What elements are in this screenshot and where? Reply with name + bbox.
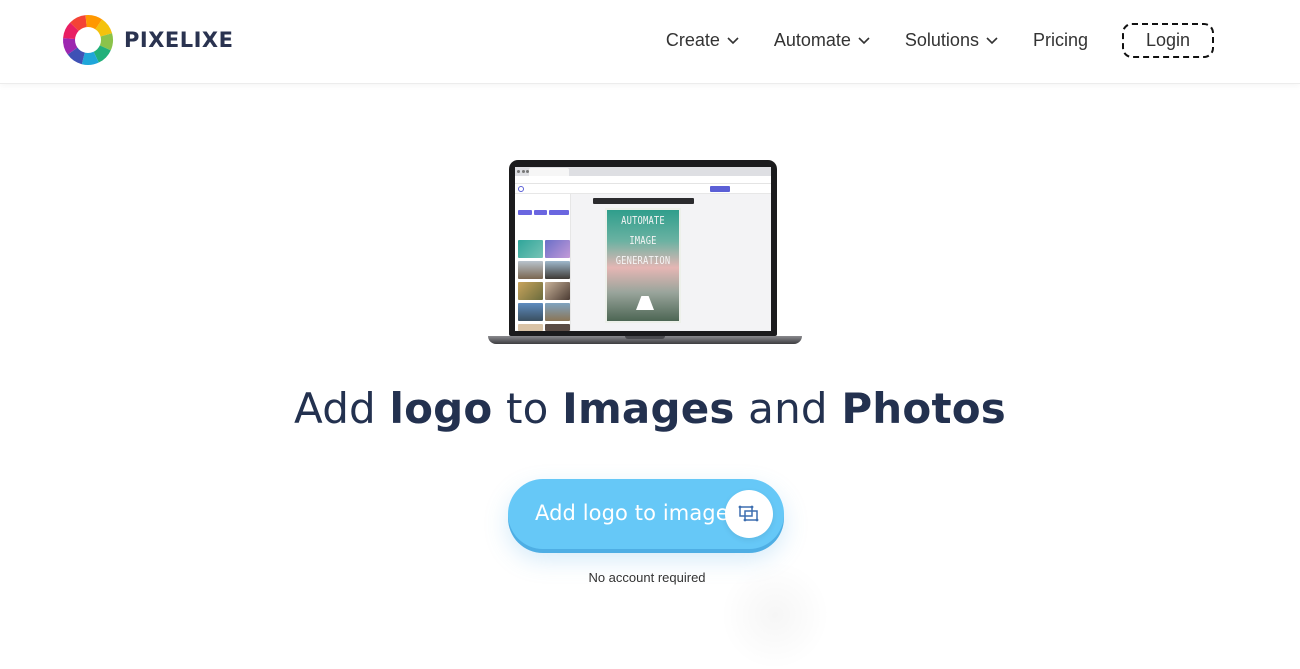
title-part: Add xyxy=(294,384,390,433)
nav-create[interactable]: Create xyxy=(666,30,740,51)
photo-thumbnail xyxy=(518,282,543,300)
nav-solutions[interactable]: Solutions xyxy=(905,30,999,51)
photo-thumbnail xyxy=(545,324,570,331)
nav-automate-label: Automate xyxy=(773,29,851,50)
chevron-down-icon xyxy=(858,37,870,45)
title-part: to xyxy=(492,384,563,433)
poster-line: AUTOMATE xyxy=(621,214,665,227)
cta-label: Add logo to image xyxy=(535,501,729,525)
nav-pricing-label: Pricing xyxy=(1032,29,1088,50)
photo-thumbnail xyxy=(545,282,570,300)
cta-icon-badge xyxy=(725,490,773,538)
laptop-notch xyxy=(625,336,665,339)
nav-automate[interactable]: Automate xyxy=(774,30,871,51)
browser-tab xyxy=(529,168,569,176)
poster-canvas: AUTOMATE IMAGE GENERATION xyxy=(605,208,681,323)
brand-logo[interactable]: PIXELIXE xyxy=(62,14,233,66)
poster-logo-icon xyxy=(636,296,654,310)
pixelixe-logo-icon xyxy=(63,15,113,65)
laptop-mockup-image: AUTOMATE IMAGE GENERATION xyxy=(488,158,802,350)
nav-create-label: Create xyxy=(665,29,720,50)
editor-logo-icon xyxy=(518,186,524,192)
title-part: logo xyxy=(389,384,493,433)
brand-name: PIXELIXE xyxy=(124,28,234,52)
title-part: Images xyxy=(562,384,735,433)
laptop-screen: AUTOMATE IMAGE GENERATION xyxy=(515,167,771,331)
add-logo-cta-button[interactable]: Add logo to image xyxy=(508,479,784,549)
decorative-shadow xyxy=(720,560,830,669)
browser-tab-bar xyxy=(515,167,771,176)
poster-line: GENERATION xyxy=(615,254,671,267)
editor-sidebar xyxy=(515,194,571,331)
editor-toolbar xyxy=(593,198,694,204)
editor-app-bar xyxy=(515,184,771,194)
photo-thumbnail xyxy=(518,240,543,258)
poster-line: IMAGE xyxy=(629,234,657,247)
photo-thumbnail xyxy=(518,324,543,331)
login-button[interactable]: Login xyxy=(1122,22,1214,58)
editor-chip xyxy=(534,210,547,215)
nav-pricing[interactable]: Pricing xyxy=(1033,30,1088,51)
laptop-lid: AUTOMATE IMAGE GENERATION xyxy=(509,160,777,336)
photo-thumbnail xyxy=(545,240,570,258)
editor-chip xyxy=(518,210,532,215)
browser-url-bar xyxy=(515,176,771,184)
image-resize-icon xyxy=(738,505,759,522)
site-header: PIXELIXE Create Automate Solutions Prici… xyxy=(0,0,1300,84)
photo-thumbnail xyxy=(518,303,543,321)
chevron-down-icon xyxy=(986,37,998,45)
photo-thumbnail xyxy=(518,261,543,279)
page-title: Add logo to Images and Photos xyxy=(0,384,1300,433)
photo-thumbnail xyxy=(545,261,570,279)
window-controls-icon xyxy=(517,170,529,173)
main-nav: Create Automate Solutions Pricing Login xyxy=(666,22,1214,58)
title-part: Photos xyxy=(841,384,1006,433)
no-account-note: No account required xyxy=(588,570,706,585)
title-part: and xyxy=(734,384,842,433)
editor-chip xyxy=(549,210,569,215)
photo-thumbnail xyxy=(545,303,570,321)
chevron-down-icon xyxy=(727,37,739,45)
editor-download-button xyxy=(710,186,730,192)
nav-solutions-label: Solutions xyxy=(904,29,979,50)
